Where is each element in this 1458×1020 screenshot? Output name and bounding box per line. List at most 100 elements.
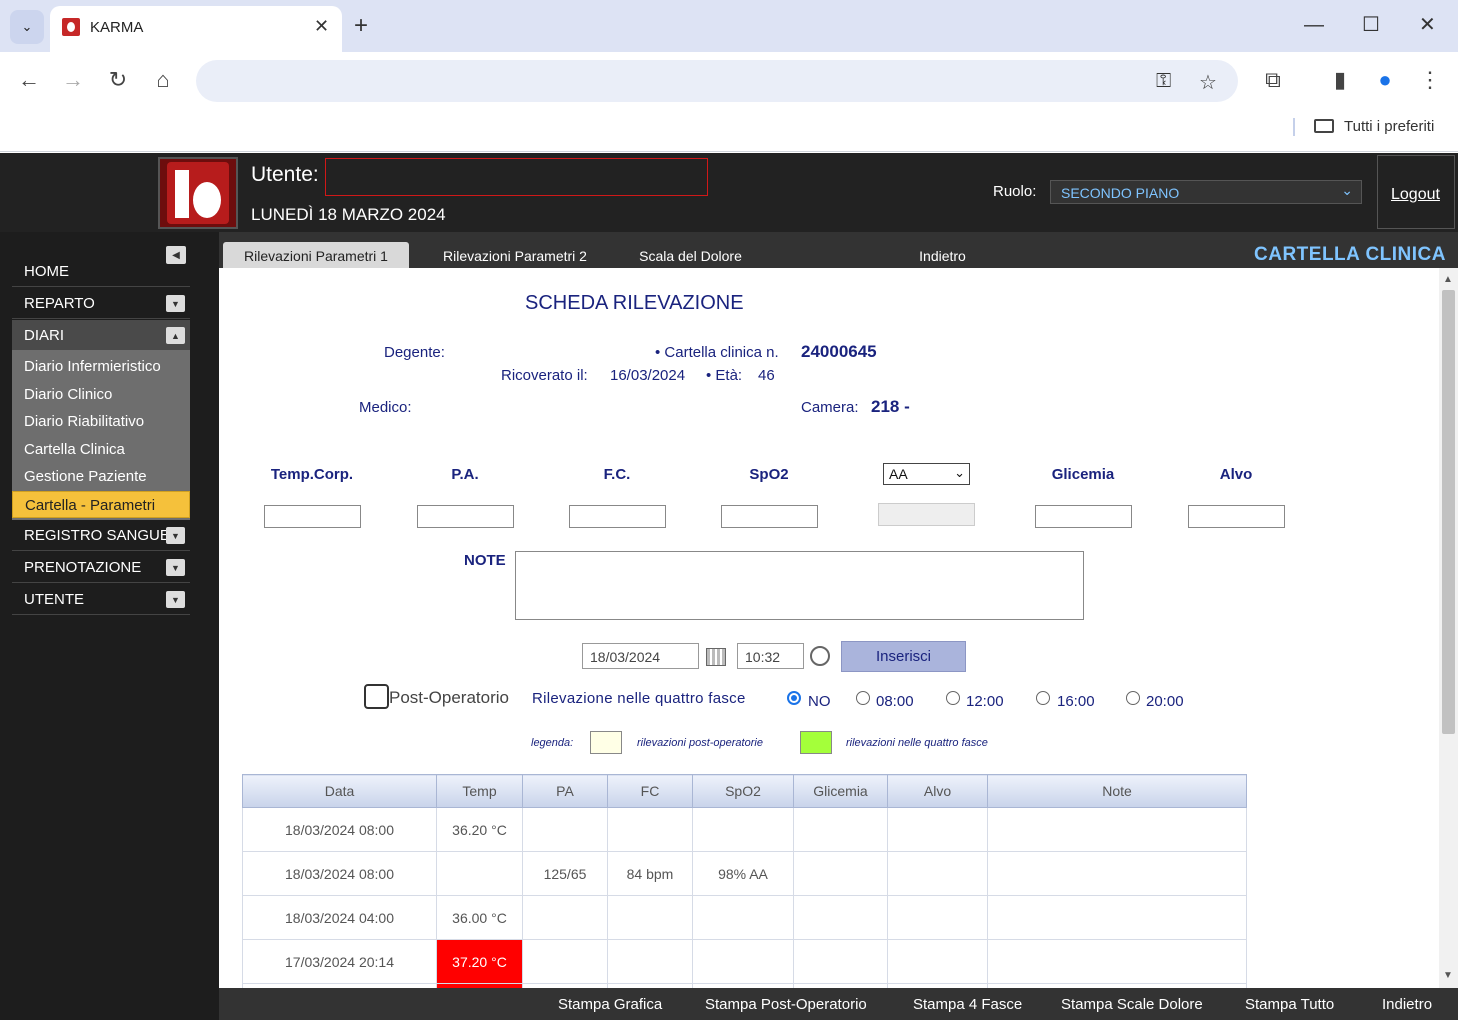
forward-icon[interactable]: → bbox=[58, 66, 88, 94]
table-row[interactable]: 18/03/2024 08:00 125/65 84 bpm 98% AA bbox=[242, 851, 1247, 896]
sidebar-item-registro-sangue[interactable]: REGISTRO SANGUE ▼ bbox=[12, 520, 190, 551]
folder-icon[interactable] bbox=[1314, 119, 1334, 133]
reload-icon[interactable]: ↻ bbox=[103, 66, 133, 94]
tab-rilevazioni-parametri-2[interactable]: Rilevazioni Parametri 2 bbox=[425, 242, 605, 268]
address-bar[interactable]: ⚿ ☆ bbox=[196, 60, 1238, 102]
minimize-icon[interactable]: — bbox=[1304, 12, 1324, 38]
calendar-icon[interactable] bbox=[706, 648, 726, 666]
window-close-icon[interactable]: ✕ bbox=[1419, 12, 1436, 38]
tab-rilevazioni-parametri-1[interactable]: Rilevazioni Parametri 1 bbox=[223, 242, 409, 268]
close-icon[interactable]: ✕ bbox=[314, 16, 329, 37]
spo2-input[interactable] bbox=[721, 505, 818, 528]
column-header-temp[interactable]: Temp bbox=[436, 774, 523, 808]
submenu-diario-infermieristico[interactable]: Diario Infermieristico bbox=[12, 353, 190, 380]
temp-input[interactable] bbox=[264, 505, 361, 528]
content-scrollbar[interactable]: ▲ ▼ bbox=[1439, 268, 1458, 988]
submenu-diario-clinico[interactable]: Diario Clinico bbox=[12, 381, 190, 408]
maximize-icon[interactable]: ☐ bbox=[1362, 12, 1380, 38]
expand-icon[interactable]: ▼ bbox=[166, 591, 185, 608]
submenu-cartella-parametri[interactable]: Cartella - Parametri bbox=[12, 491, 190, 518]
table-row[interactable]: 17/03/2024 20:14 37.20 °C bbox=[242, 939, 1247, 984]
radio-no[interactable] bbox=[787, 691, 801, 705]
extensions-icon[interactable]: ⧉ bbox=[1258, 66, 1288, 94]
cell-pa bbox=[522, 895, 608, 940]
column-header-alvo[interactable]: Alvo bbox=[887, 774, 988, 808]
fc-input[interactable] bbox=[569, 505, 666, 528]
stampa-4-fasce-link[interactable]: Stampa 4 Fasce bbox=[913, 996, 1022, 1013]
tab-search-button[interactable]: ⌄ bbox=[10, 10, 44, 44]
tab-indietro[interactable]: Indietro bbox=[899, 242, 986, 268]
radio-0800[interactable] bbox=[856, 691, 870, 705]
logout-link[interactable]: Logout bbox=[1391, 186, 1440, 204]
app-logo bbox=[158, 157, 238, 229]
time-input[interactable]: 10:32 bbox=[737, 643, 804, 669]
submenu-gestione-paziente[interactable]: Gestione Paziente bbox=[12, 463, 190, 490]
browser-tab[interactable]: KARMA ✕ bbox=[50, 6, 342, 52]
date-input[interactable]: 18/03/2024 bbox=[582, 643, 699, 669]
column-header-fc[interactable]: FC bbox=[607, 774, 693, 808]
sidebar-item-label: HOME bbox=[24, 263, 69, 280]
scroll-down-icon[interactable]: ▼ bbox=[1443, 970, 1453, 981]
column-header-pa[interactable]: PA bbox=[522, 774, 608, 808]
alvo-input[interactable] bbox=[1188, 505, 1285, 528]
legend-post-op-swatch bbox=[590, 731, 622, 754]
spo2-mode-select[interactable]: AA ⌄ bbox=[883, 463, 970, 485]
new-tab-icon[interactable]: + bbox=[354, 12, 368, 40]
column-header-data[interactable]: Data bbox=[242, 774, 437, 808]
profile-icon[interactable]: ● bbox=[1370, 66, 1400, 94]
expand-icon[interactable]: ▼ bbox=[166, 527, 185, 544]
alvo-label: Alvo bbox=[1219, 466, 1253, 483]
table-row[interactable]: 18/03/2024 08:00 36.20 °C bbox=[242, 807, 1247, 852]
back-icon[interactable]: ← bbox=[14, 66, 44, 94]
collapse-icon[interactable]: ▲ bbox=[166, 327, 185, 344]
side-panel-icon[interactable]: ▮ bbox=[1325, 66, 1355, 94]
table-row[interactable]: 18/03/2024 04:00 36.00 °C bbox=[242, 895, 1247, 940]
tab-scala-del-dolore[interactable]: Scala del Dolore bbox=[623, 242, 758, 268]
column-header-spo2[interactable]: SpO2 bbox=[692, 774, 794, 808]
pa-input[interactable] bbox=[417, 505, 514, 528]
stampa-post-operatorio-link[interactable]: Stampa Post-Operatorio bbox=[705, 996, 867, 1013]
menu-dots-icon[interactable]: ⋮ bbox=[1415, 66, 1445, 94]
radio-2000[interactable] bbox=[1126, 691, 1140, 705]
home-icon[interactable]: ⌂ bbox=[148, 66, 178, 94]
submenu-cartella-clinica[interactable]: Cartella Clinica bbox=[12, 436, 190, 463]
post-operatorio-checkbox[interactable] bbox=[364, 684, 389, 709]
section-title: CARTELLA CLINICA bbox=[1254, 244, 1446, 265]
cell-alvo bbox=[887, 895, 988, 940]
radio-1200[interactable] bbox=[946, 691, 960, 705]
star-icon[interactable]: ☆ bbox=[1199, 70, 1217, 95]
all-bookmarks-link[interactable]: Tutti i preferiti bbox=[1344, 118, 1434, 135]
pa-label: P.A. bbox=[451, 466, 479, 483]
clock-icon[interactable] bbox=[810, 646, 830, 666]
column-header-note[interactable]: Note bbox=[987, 774, 1247, 808]
cell-glicemia bbox=[793, 807, 888, 852]
tab-title: KARMA bbox=[90, 19, 144, 36]
sidebar-item-home[interactable]: HOME bbox=[12, 256, 190, 287]
inserisci-button[interactable]: Inserisci bbox=[841, 641, 966, 672]
sidebar-item-prenotazione[interactable]: PRENOTAZIONE ▼ bbox=[12, 552, 190, 583]
parameters-table: Data Temp PA FC SpO2 Glicemia Alvo Note … bbox=[242, 774, 1247, 988]
cell-data: 18/03/2024 08:00 bbox=[242, 851, 437, 896]
scroll-thumb[interactable] bbox=[1442, 290, 1455, 734]
glicemia-input[interactable] bbox=[1035, 505, 1132, 528]
stampa-grafica-link[interactable]: Stampa Grafica bbox=[558, 996, 662, 1013]
expand-icon[interactable]: ▼ bbox=[166, 295, 185, 312]
submenu-diario-riabilitativo[interactable]: Diario Riabilitativo bbox=[12, 408, 190, 435]
column-header-glicemia[interactable]: Glicemia bbox=[793, 774, 888, 808]
indietro-link[interactable]: Indietro bbox=[1382, 996, 1432, 1013]
user-input[interactable] bbox=[325, 158, 708, 196]
role-select[interactable]: SECONDO PIANO ⌄ bbox=[1050, 180, 1362, 204]
stampa-tutto-link[interactable]: Stampa Tutto bbox=[1245, 996, 1334, 1013]
ricoverato-label: Ricoverato il: bbox=[501, 367, 588, 384]
note-textarea[interactable] bbox=[515, 551, 1084, 620]
radio-1600[interactable] bbox=[1036, 691, 1050, 705]
sidebar-item-utente[interactable]: UTENTE ▼ bbox=[12, 584, 190, 615]
key-icon[interactable]: ⚿ bbox=[1156, 70, 1171, 93]
expand-icon[interactable]: ▼ bbox=[166, 559, 185, 576]
user-label: Utente: bbox=[251, 163, 319, 186]
stampa-scale-dolore-link[interactable]: Stampa Scale Dolore bbox=[1061, 996, 1203, 1013]
scroll-up-icon[interactable]: ▲ bbox=[1443, 274, 1453, 285]
sidebar-item-diari[interactable]: DIARI ▲ bbox=[12, 320, 190, 351]
legend-fasce-swatch bbox=[800, 731, 832, 754]
sidebar-item-reparto[interactable]: REPARTO ▼ bbox=[12, 288, 190, 319]
